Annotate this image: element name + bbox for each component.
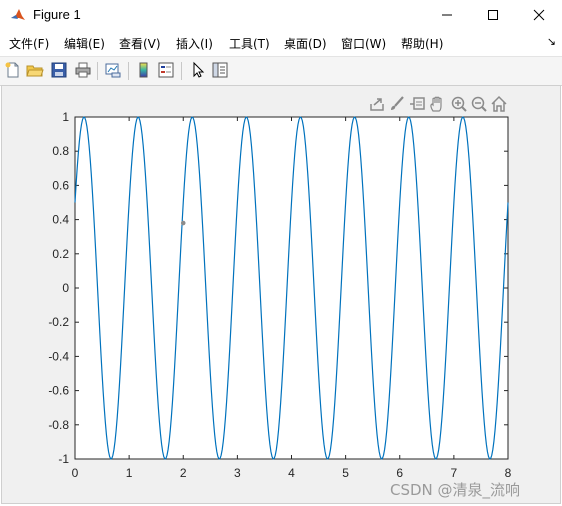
y-tick-label: -0.6 — [48, 384, 69, 398]
y-tick-label: 0.8 — [52, 144, 69, 158]
watermark-text: CSDN @清泉_流响 — [390, 481, 521, 499]
y-tick-label: 1 — [62, 110, 69, 124]
x-tick-labels: 0 1 2 3 4 5 6 7 8 — [72, 466, 512, 480]
x-tick-label: 1 — [126, 466, 133, 480]
x-tick-label: 3 — [234, 466, 241, 480]
x-tick-label: 5 — [342, 466, 349, 480]
x-tick-label: 2 — [180, 466, 187, 480]
x-tick-label: 8 — [505, 466, 512, 480]
x-tick-label: 6 — [396, 466, 403, 480]
y-tick-label: 0 — [62, 281, 69, 295]
data-point-marker — [180, 220, 186, 226]
y-tick-label: 0.2 — [52, 247, 69, 261]
x-tick-label: 4 — [288, 466, 295, 480]
x-tick-label: 7 — [451, 466, 458, 480]
y-tick-label: -0.4 — [48, 349, 69, 363]
y-tick-labels: 1 0.8 0.6 0.4 0.2 0 -0.2 -0.4 -0.6 -0.8 -1 — [48, 110, 69, 466]
x-tick-label: 0 — [72, 466, 79, 480]
y-tick-label: 0.4 — [52, 213, 69, 227]
y-tick-label: -0.8 — [48, 418, 69, 432]
y-tick-label: 0.6 — [52, 178, 69, 192]
y-tick-label: -1 — [58, 452, 69, 466]
y-tick-label: -0.2 — [48, 315, 69, 329]
sine-wave-plot[interactable]: 0 1 2 3 4 5 6 7 8 1 0.8 0.6 0.4 0.2 0 -0.2 -0.4 -0.6 -0.8… — [0, 0, 562, 506]
